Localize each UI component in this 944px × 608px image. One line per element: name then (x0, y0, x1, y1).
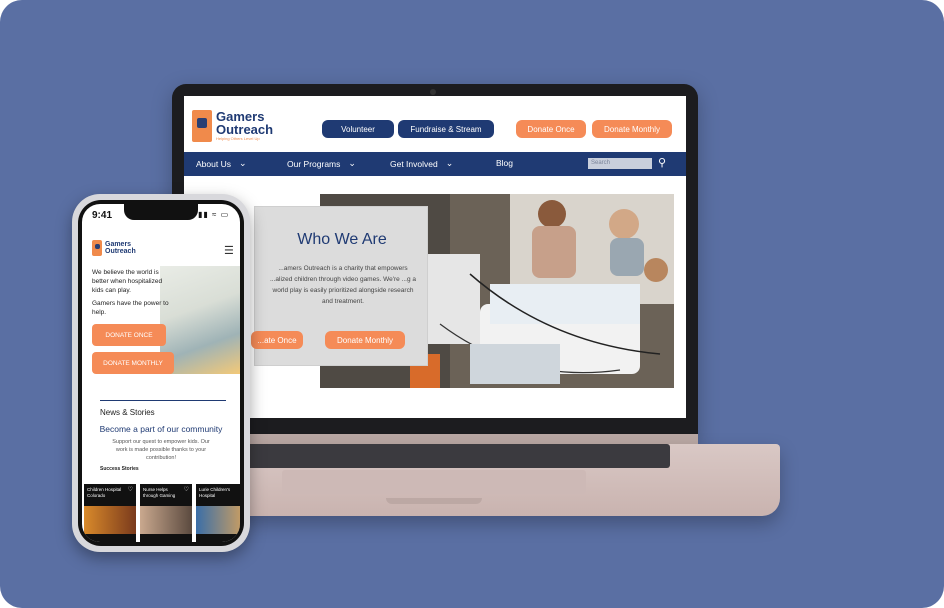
news-stories-heading: News & Stories (100, 408, 155, 417)
section-divider (100, 400, 226, 401)
become-community-heading: Become a part of our community (99, 424, 223, 434)
stage-background: Gamers Outreach Helping Others Level Up … (0, 0, 944, 608)
story-card[interactable]: Children Hospital Colorado ♡ (84, 484, 136, 542)
support-text: Support our quest to empower kids. Our w… (112, 439, 210, 461)
story-card-title: Nurse Helps through Gaming (143, 487, 176, 498)
nav-blog[interactable]: Blog (496, 158, 513, 168)
phone-device: 9:41 ▮▮ ≈ ▭ Gamers Outreach ☰ We believe… (72, 194, 250, 552)
mobile-hero: We believe the world is better when hosp… (82, 266, 240, 380)
volunteer-button[interactable]: Volunteer (322, 120, 394, 138)
nav-programs-label: Our Programs (287, 158, 341, 169)
webcam (430, 89, 436, 95)
story-card-title: Children Hospital Colorado (87, 487, 122, 498)
nav-blog-label: Blog (496, 158, 514, 168)
logo-mark-icon (192, 110, 212, 142)
mobile-logo-name-1: Gamers (105, 241, 132, 248)
story-card-image (84, 506, 136, 534)
donate-monthly-button[interactable]: Donate Monthly (592, 120, 672, 138)
story-cards: Children Hospital Colorado ♡ Nurse Helps… (82, 484, 240, 542)
nav-involved-label: Get Involved (390, 158, 438, 169)
who-we-are-card: Who We Are ...amers Outreach is a charit… (251, 206, 428, 366)
search-input[interactable]: Search (588, 158, 652, 169)
laptop-keyboard (240, 444, 670, 468)
chevron-down-icon: ⌄ (238, 158, 247, 168)
who-we-are-title: Who We Are (297, 231, 387, 248)
signal-wifi-battery-icon: ▮▮ ≈ ▭ (198, 210, 230, 219)
hero-line-1: We believe the world is better when hosp… (92, 269, 163, 294)
story-card[interactable]: Lurie Children's Hospital ♡ (196, 484, 240, 542)
card-donate-monthly-button[interactable]: Donate Monthly (325, 331, 405, 349)
main-nav: About Us ⌄ Our Programs ⌄ Get Involved ⌄… (184, 152, 686, 176)
site-header: Gamers Outreach Helping Others Level Up … (184, 96, 686, 152)
story-card-title: Lurie Children's Hospital (199, 487, 231, 498)
hamburger-menu-icon[interactable]: ☰ (224, 244, 234, 257)
heart-icon[interactable]: ♡ (184, 486, 189, 493)
phone-screen: 9:41 ▮▮ ≈ ▭ Gamers Outreach ☰ We believe… (82, 204, 240, 542)
fundraise-stream-button[interactable]: Fundraise & Stream (398, 120, 494, 138)
laptop-lid-notch (386, 498, 482, 504)
mobile-donate-monthly-button[interactable]: DONATE MONTHLY (92, 352, 174, 374)
logo-name-2: Outreach (216, 122, 274, 137)
story-card-image (196, 506, 240, 534)
search-icon[interactable]: ⚲ (658, 156, 666, 169)
site-logo[interactable]: Gamers Outreach Helping Others Level Up (192, 110, 273, 142)
mobile-donate-once-button[interactable]: DONATE ONCE (92, 324, 166, 346)
story-card[interactable]: Nurse Helps through Gaming ♡ (140, 484, 192, 542)
mobile-logo-name-2: Outreach (105, 248, 136, 255)
story-card-image (140, 506, 192, 534)
success-stories-label: Success Stories (100, 466, 139, 472)
mobile-hero-text: We believe the world is better when hosp… (92, 268, 172, 317)
nav-about-us[interactable]: About Us ⌄ (196, 158, 247, 169)
who-we-are-body: ...amers Outreach is a charity that empo… (269, 265, 416, 305)
laptop-screen: Gamers Outreach Helping Others Level Up … (184, 96, 686, 418)
status-time: 9:41 (92, 210, 113, 221)
donate-once-button[interactable]: Donate Once (516, 120, 586, 138)
nav-our-programs[interactable]: Our Programs ⌄ (287, 158, 356, 169)
nav-about-label: About Us (196, 158, 231, 169)
nav-get-involved[interactable]: Get Involved ⌄ (390, 158, 453, 169)
logo-mark-icon (92, 240, 102, 256)
card-donate-once-button[interactable]: ...ate Once (251, 331, 303, 349)
laptop-lid: Gamers Outreach Helping Others Level Up … (172, 84, 698, 444)
chevron-down-icon: ⌄ (348, 158, 356, 168)
screen-bottom-strip (184, 406, 686, 418)
mobile-logo[interactable]: Gamers Outreach (92, 240, 136, 256)
heart-icon[interactable]: ♡ (128, 486, 133, 493)
laptop-trackpad (282, 470, 586, 494)
chevron-down-icon: ⌄ (445, 158, 454, 168)
hero-line-2: Gamers have the power to help. (92, 300, 169, 316)
phone-notch (124, 204, 198, 220)
